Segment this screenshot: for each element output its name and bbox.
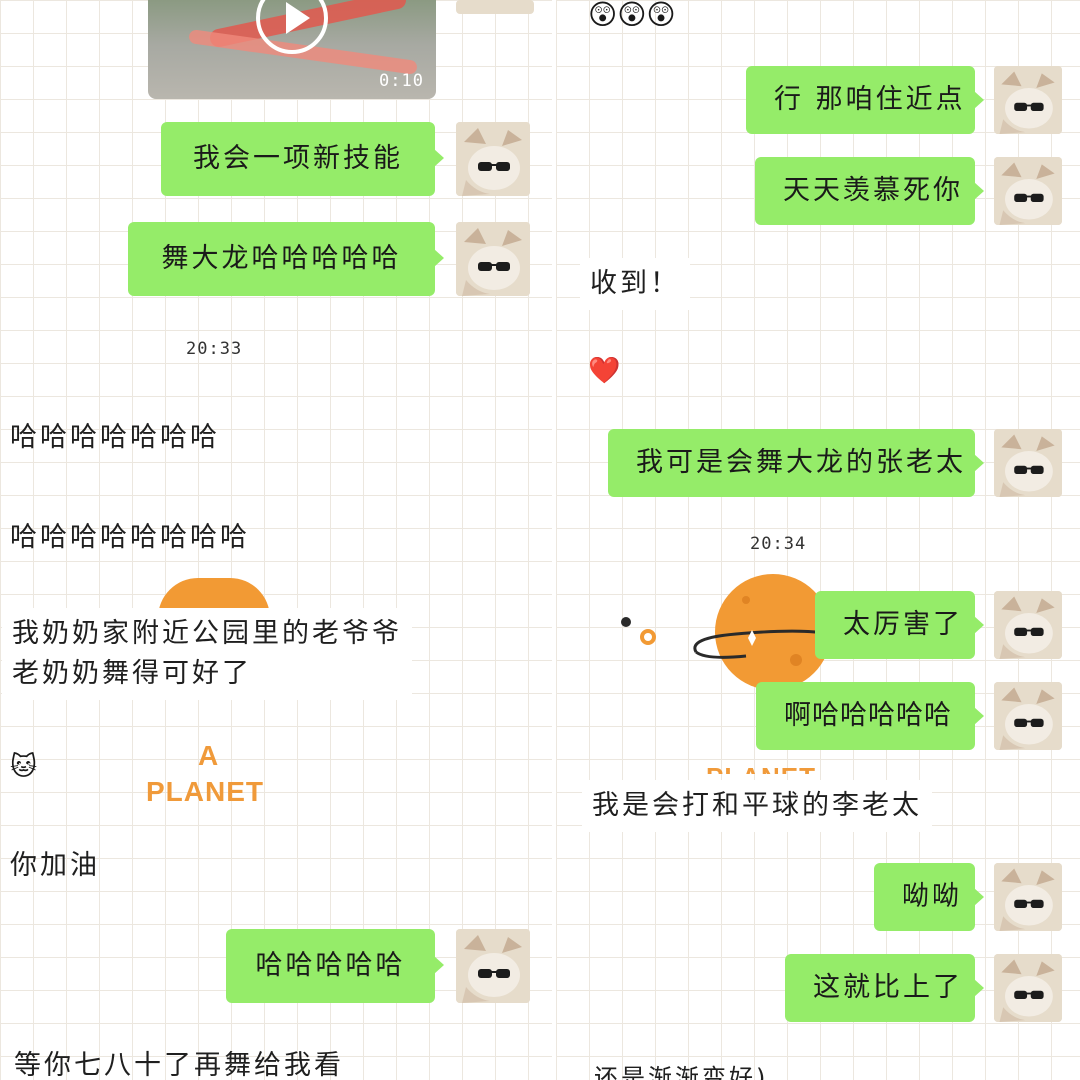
timestamp: 20:34 xyxy=(750,534,807,554)
cat-sunglasses-avatar-icon xyxy=(994,954,1062,1022)
cat-sunglasses-avatar-icon xyxy=(994,682,1062,750)
cat-sunglasses-avatar-icon xyxy=(456,222,530,296)
sent-message-bubble[interactable]: 呦呦 xyxy=(874,863,984,931)
sticker-text: PLANET xyxy=(146,776,264,807)
avatar[interactable] xyxy=(456,222,530,296)
received-message-text[interactable]: 还是渐渐变好) xyxy=(594,1058,768,1080)
avatar[interactable] xyxy=(456,122,530,196)
sent-message-bubble[interactable]: 这就比上了 xyxy=(785,954,984,1022)
sticker-text: PLANET xyxy=(706,762,816,774)
avatar[interactable] xyxy=(994,66,1062,134)
sent-message-bubble[interactable]: 啊哈哈哈哈哈 xyxy=(756,682,984,750)
avatar[interactable] xyxy=(456,0,534,14)
cat-sunglasses-avatar-icon xyxy=(994,66,1062,134)
cat-sunglasses-avatar-icon xyxy=(994,429,1062,497)
chat-panel-right[interactable]: 😲😲😲 行 那咱住近点 天天羡慕死你 收到！ ❤️ 我可是会舞大龙的张老太 20… xyxy=(556,0,1080,1080)
avatar[interactable] xyxy=(994,429,1062,497)
sent-message-bubble[interactable]: 舞大龙哈哈哈哈哈 xyxy=(128,222,444,296)
sticker-fragment: PLANET xyxy=(706,762,846,774)
sent-message-bubble[interactable]: 太厉害了 xyxy=(815,591,984,659)
received-message-text[interactable]: 收到！ xyxy=(580,258,690,310)
avatar[interactable] xyxy=(994,682,1062,750)
chat-panel-left[interactable]: 0:10 我会一项新技能 舞大龙哈哈哈哈哈 20:33 哈哈哈哈哈哈哈 哈哈哈哈… xyxy=(0,0,552,1080)
cat-sunglasses-avatar-icon xyxy=(994,591,1062,659)
avatar[interactable] xyxy=(994,954,1062,1022)
received-message-text[interactable]: 等你七八十了再舞给我看 xyxy=(14,1046,344,1080)
video-duration: 0:10 xyxy=(379,71,424,91)
cat-sunglasses-avatar-icon xyxy=(994,863,1062,931)
received-message-text[interactable]: 哈哈哈哈哈哈哈 xyxy=(10,418,220,458)
avatar[interactable] xyxy=(994,863,1062,931)
avatar[interactable] xyxy=(456,929,530,1003)
message-line: 老奶奶舞得可好了 xyxy=(12,658,252,689)
sent-message-bubble[interactable]: 哈哈哈哈哈 xyxy=(226,929,444,1003)
sent-message-bubble[interactable]: 我会一项新技能 xyxy=(161,122,444,196)
astonished-face-emoji-icon: 😲😲😲 xyxy=(588,0,676,31)
video-message[interactable]: 0:10 xyxy=(148,0,436,99)
received-message-text[interactable]: 哈哈哈哈哈哈哈哈 xyxy=(10,518,250,558)
received-message-text[interactable]: 我奶奶家附近公园里的老爷爷 老奶奶舞得可好了 xyxy=(2,608,412,700)
cat-sunglasses-avatar-icon xyxy=(456,929,530,1003)
sent-message-bubble[interactable]: 我可是会舞大龙的张老太 xyxy=(608,429,984,497)
received-message-text[interactable]: 我是会打和平球的李老太 xyxy=(582,780,932,832)
sent-message-bubble[interactable]: 行 那咱住近点 xyxy=(746,66,984,134)
sticker-text: A xyxy=(198,740,220,771)
avatar[interactable] xyxy=(994,591,1062,659)
message-line: 我奶奶家附近公园里的老爷爷 xyxy=(12,618,402,649)
received-message-text[interactable]: 你加油 xyxy=(10,846,100,886)
avatar[interactable] xyxy=(994,157,1062,225)
timestamp: 20:33 xyxy=(186,339,243,359)
red-heart-emoji-icon: ❤️ xyxy=(588,356,621,386)
cat-face-emoji-icon: 🐱 xyxy=(10,752,38,782)
cat-sunglasses-avatar-icon xyxy=(994,157,1062,225)
cat-sunglasses-avatar-icon xyxy=(456,122,530,196)
sent-message-bubble[interactable]: 天天羡慕死你 xyxy=(755,157,984,225)
